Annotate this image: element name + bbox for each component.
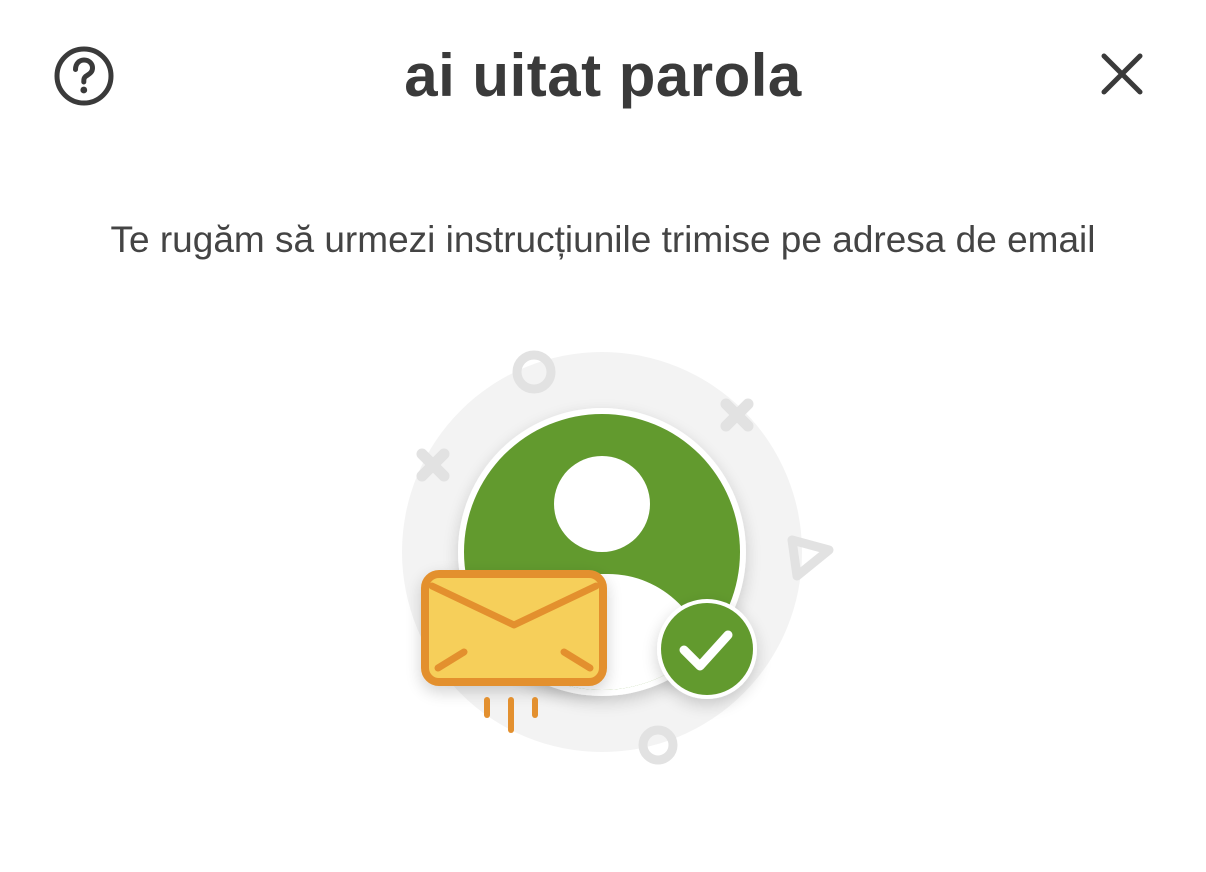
decor-triangle-icon <box>787 535 834 581</box>
check-badge-icon <box>657 599 757 699</box>
envelope-icon <box>421 570 607 686</box>
page-title: ai uitat parola <box>404 42 802 109</box>
decor-cross-right-icon <box>720 398 754 432</box>
close-button[interactable] <box>1092 44 1152 104</box>
dialog-header: ai uitat parola <box>0 0 1206 150</box>
decor-cross-left-icon <box>416 448 450 482</box>
email-sent-illustration <box>392 330 852 780</box>
close-icon <box>1101 53 1143 95</box>
instructions-message: Te rugăm să urmezi instrucțiunile trimis… <box>110 219 1096 260</box>
decor-ring-bottom-icon <box>638 725 678 765</box>
